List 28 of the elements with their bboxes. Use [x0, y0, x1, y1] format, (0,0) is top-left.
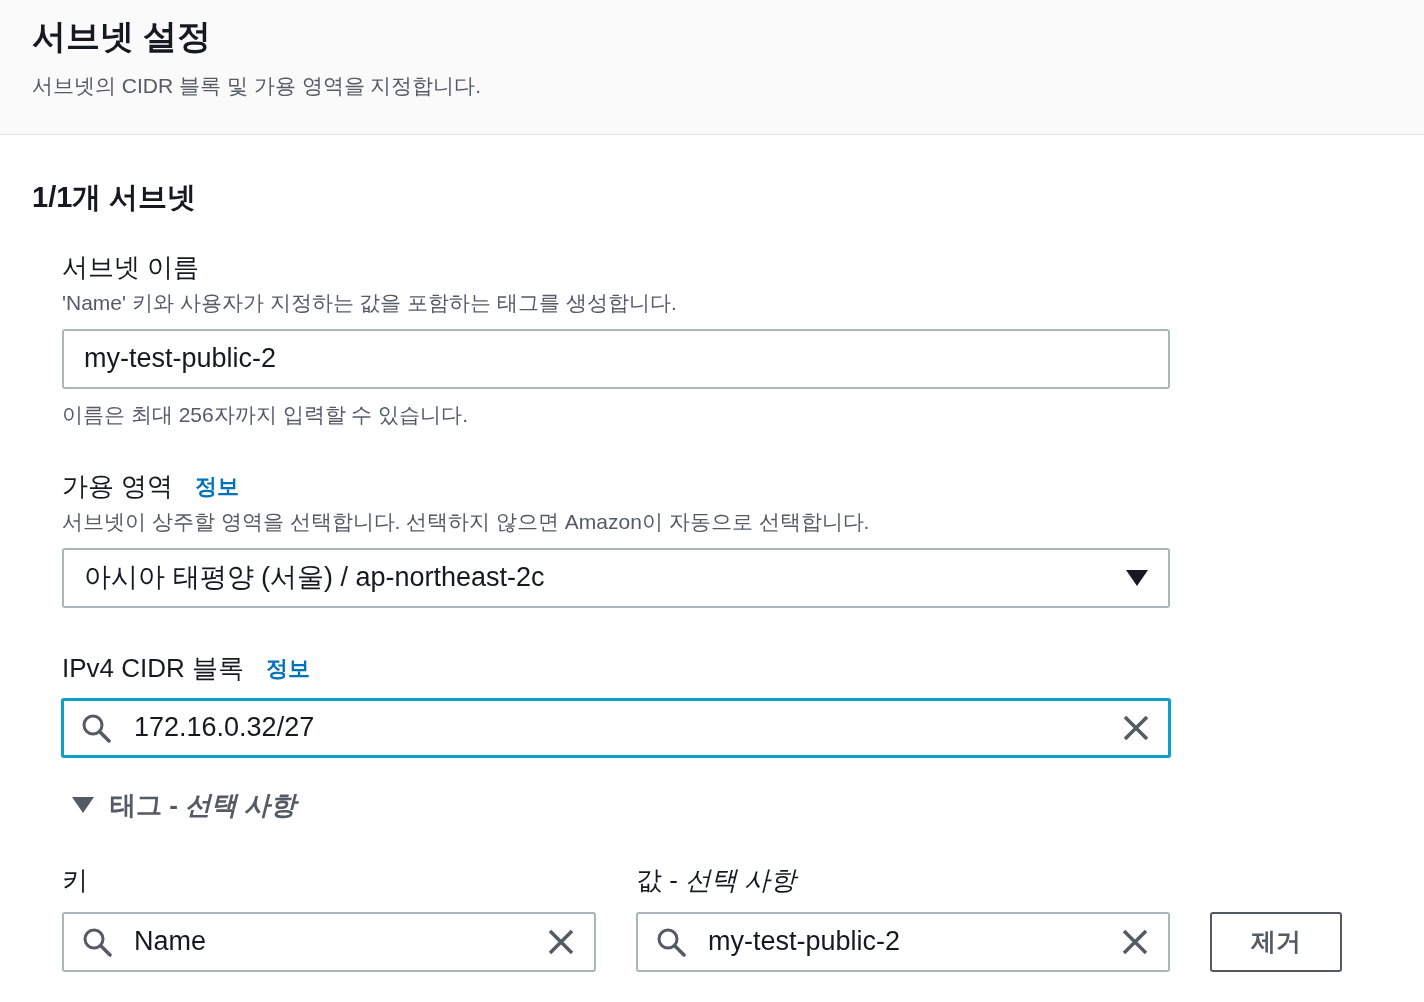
- input-field[interactable]: my-test-public-2: [636, 911, 1170, 972]
- caret-icon: [1126, 569, 1148, 586]
- search-icon: [656, 926, 686, 957]
- tags-expander[interactable]: 태그 - 선택 사항: [72, 785, 297, 825]
- section-description: 서브넷의 CIDR 블록 및 가용 영역을 지정합니다.: [32, 73, 482, 99]
- section-title: 서브넷 설정: [32, 16, 212, 57]
- input-field[interactable]: my-test-public-2: [62, 328, 1170, 389]
- field-description: 서브넷이 상주할 영역을 선택합니다. 선택하지 않으면 Amazon이 자동으로 선택합니다.: [62, 509, 870, 535]
- field-label: IPv4 CIDR 블록: [62, 651, 245, 684]
- input-field[interactable]: 172.16.0.32/27: [61, 697, 1171, 758]
- clear-icon[interactable]: [548, 928, 574, 955]
- zone-dropdown[interactable]: 아시아 태평양 (서울) / ap-northeast-2c: [62, 547, 1170, 608]
- clear-icon[interactable]: [1122, 928, 1148, 955]
- field-hint: 이름은 최대 256자까지 입력할 수 있습니다.: [62, 401, 469, 428]
- input-field[interactable]: Name: [62, 911, 596, 972]
- info-link[interactable]: 정보: [266, 653, 311, 684]
- subnet-heading: 1/1개 서브넷: [32, 180, 197, 215]
- field-label: 값 - 선택 사항: [636, 863, 800, 897]
- remove-button[interactable]: 제거: [1210, 911, 1342, 972]
- info-link[interactable]: 정보: [195, 472, 240, 502]
- field-label: 키: [62, 863, 89, 897]
- field-description: 'Name' 키와 사용자가 지정하는 값을 포함하는 태그를 생성합니다.: [62, 290, 677, 316]
- clear-icon[interactable]: [1123, 714, 1149, 741]
- search-icon: [82, 926, 112, 957]
- search-icon: [81, 712, 111, 743]
- caret-icon: [72, 797, 94, 813]
- field-label: 서브넷 이름: [62, 251, 200, 283]
- field-label: 가용 영역: [62, 470, 174, 502]
